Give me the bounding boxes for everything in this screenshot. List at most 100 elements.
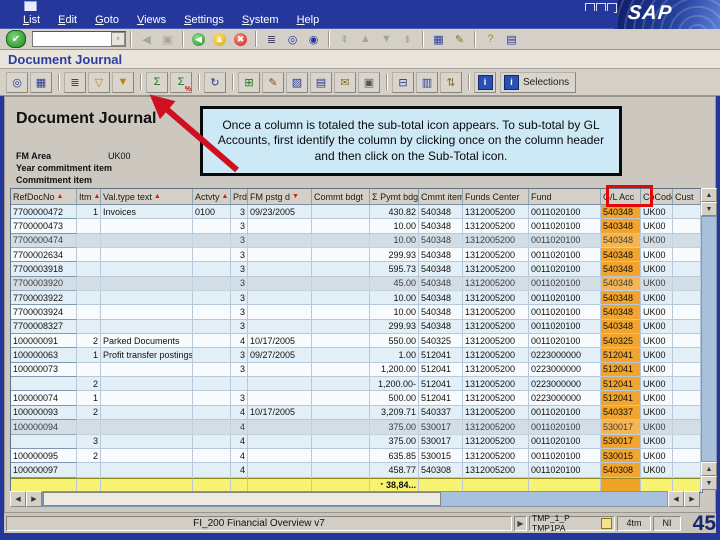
table-row[interactable]: 100000074 1 3 500.00 512041 1312005200 0223000… [11, 391, 702, 406]
cell [101, 219, 193, 234]
cell: 100000095 [11, 448, 77, 464]
cancel-circle-icon[interactable]: ✖ [230, 30, 251, 49]
vscroll-up-bottom-icon[interactable]: ▲ [701, 462, 717, 476]
table-row[interactable]: 2 1,200.00- 512041 1312005200 0223000000 5120… [11, 377, 702, 392]
layout-icon[interactable]: ▤ [501, 30, 522, 49]
call-graphic-icon[interactable]: ✎ [262, 71, 284, 93]
status-chevron-icon[interactable]: ▶ [514, 515, 527, 531]
status-system-field[interactable]: TMP_1_P TMP1PA [529, 513, 615, 533]
vscroll-up-icon[interactable]: ▲ [701, 188, 717, 202]
table-row[interactable]: 100000063 1 Profit transfer postings 3 09/27… [11, 348, 702, 363]
vscroll-thumb[interactable] [701, 216, 717, 462]
menu-goto[interactable]: Goto [86, 14, 128, 26]
hscroll-left-icon[interactable]: ◀ [10, 491, 26, 507]
table-row[interactable]: 7700000473 3 10.00 540348 1312005200 00110201… [11, 219, 702, 234]
table-row[interactable]: 7700003918 3 595.73 540348 1312005200 0011020… [11, 262, 702, 277]
column-header-prd[interactable]: Prd [231, 189, 248, 205]
cell: 375.00 [370, 434, 419, 449]
word-processing-icon[interactable]: ▤ [310, 71, 332, 93]
cell: 530017 [601, 434, 641, 449]
next-page-icon[interactable]: ▼ [376, 30, 397, 49]
table-row[interactable]: 7700003920 3 45.00 540348 1312005200 00110201… [11, 276, 702, 292]
table-row[interactable]: 7700000474 3 10.00 540348 1312005200 00110201… [11, 233, 702, 249]
sort-column-icon[interactable]: ⇅ [440, 71, 462, 93]
mail-icon[interactable]: ✉ [334, 71, 356, 93]
table-row[interactable]: 3 4 375.00 530017 1312005200 0011020100 530017… [11, 434, 702, 449]
set-filter-icon[interactable]: ▽ [88, 71, 110, 93]
command-input[interactable]: ▫ [32, 31, 126, 47]
table-row[interactable]: 7700008327 3 299.93 540348 1312005200 0011020… [11, 319, 702, 335]
previous-page-icon[interactable]: ▲ [355, 30, 376, 49]
cell: Profit transfer postings [101, 348, 193, 363]
back-circle-icon[interactable]: ◀ [188, 30, 209, 49]
delete-filter-icon[interactable]: ▼ [112, 71, 134, 93]
status-system-dropdown-icon[interactable] [600, 517, 612, 529]
table-row[interactable]: 100000093 2 4 10/17/2005 3,209.71 540337 13120… [11, 405, 702, 421]
hscroll-right-icon[interactable]: ▶ [684, 491, 700, 507]
table-view-icon[interactable]: ⊟ [392, 71, 414, 93]
insert-column-icon[interactable]: ▥ [416, 71, 438, 93]
column-header-itm[interactable]: Itm ▲ [77, 189, 101, 205]
menu-help[interactable]: Help [288, 14, 329, 26]
vscroll-down-top-icon[interactable]: ▼ [701, 202, 717, 216]
find-next-icon[interactable]: ◉ [303, 30, 324, 49]
local-file-icon[interactable]: ▣ [358, 71, 380, 93]
hscroll-left-outer-icon[interactable]: ◀ [668, 491, 684, 507]
column-header-refdocno[interactable]: RefDocNo ▲ [11, 189, 77, 205]
hscroll-thumb[interactable] [43, 492, 441, 506]
selections-button[interactable]: i Selections [500, 71, 577, 93]
cell [101, 434, 193, 449]
table-row[interactable]: 7700003924 3 10.00 540348 1312005200 00110201… [11, 305, 702, 320]
spreadsheet-icon[interactable]: ⊞ [238, 71, 260, 93]
menu-views[interactable]: Views [128, 14, 175, 26]
menu-edit[interactable]: Edit [49, 14, 86, 26]
table-row[interactable]: 100000094 4 375.00 530017 1312005200 00110201… [11, 420, 702, 435]
cell: 1312005200 [463, 262, 529, 277]
hscroll-right-inner-icon[interactable]: ▶ [26, 491, 42, 507]
column-header-val-type-text[interactable]: Val.type text ▲ [101, 189, 193, 205]
vscroll-down-icon[interactable]: ▼ [701, 476, 717, 490]
cell: UK00 [641, 233, 673, 249]
save-list-icon[interactable]: ▦ [30, 71, 52, 93]
table-row[interactable]: 100000097 4 458.77 540308 1312005200 00110201… [11, 463, 702, 478]
cell [312, 262, 370, 277]
cell: 1,200.00 [370, 362, 419, 378]
column-header-actvty[interactable]: Actvty ▲ [193, 189, 231, 205]
last-page-icon[interactable]: ⇟ [397, 30, 418, 49]
back-icon[interactable]: ◀ [136, 30, 157, 49]
table-row[interactable]: 100000095 2 4 635.85 530015 1312005200 0011020… [11, 448, 702, 464]
column-header--pymt-bdg[interactable]: Σ Pymt bdg [370, 189, 419, 205]
refresh-icon[interactable]: ↻ [204, 71, 226, 93]
first-page-icon[interactable]: ⇞ [334, 30, 355, 49]
enter-icon[interactable]: ✔ [6, 30, 26, 48]
column-header-cmmt-item[interactable]: Cmmt item [419, 189, 463, 205]
table-row[interactable]: 7700002634 3 299.93 540348 1312005200 0011020… [11, 248, 702, 263]
menu-list[interactable]: List [14, 14, 49, 26]
table-row[interactable]: 100000091 2 Parked Documents 4 10/17/2005 550… [11, 334, 702, 349]
table-row[interactable]: 7700000472 1 Invoices 0100 3 09/23/2005 430.82… [11, 205, 702, 220]
print-list-icon[interactable]: ≣ [64, 71, 86, 93]
new-session-icon[interactable]: ▦ [428, 30, 449, 49]
table-row[interactable]: 7700003922 3 10.00 540348 1312005200 00110201… [11, 291, 702, 306]
column-header-fund[interactable]: Fund [529, 189, 601, 205]
table-row[interactable]: 100000073 3 1,200.00 512041 1312005200 022300… [11, 362, 702, 378]
shortcut-icon[interactable]: ✎ [449, 30, 470, 49]
help-icon[interactable]: ? [480, 30, 501, 49]
choose-details-icon[interactable]: ◎ [6, 71, 28, 93]
column-header-cust[interactable]: Cust [673, 189, 701, 205]
find-icon[interactable]: ◎ [282, 30, 303, 49]
subtotal-icon[interactable]: Σ% [170, 71, 192, 93]
total-icon[interactable]: Σ [146, 71, 168, 93]
exit-circle-icon[interactable]: ▲ [209, 30, 230, 49]
header-info-icon[interactable]: i [474, 71, 496, 93]
export-icon[interactable]: ▨ [286, 71, 308, 93]
save-icon[interactable]: ▣ [157, 30, 178, 49]
print-icon[interactable]: ≣ [261, 30, 282, 49]
column-header-fm-pstg-d[interactable]: FM pstg d ▼ [248, 189, 312, 205]
column-header-funds-center[interactable]: Funds Center [463, 189, 529, 205]
command-history-icon[interactable]: ▫ [111, 32, 125, 46]
cell: 540348 [601, 205, 641, 220]
menu-settings[interactable]: Settings [175, 14, 233, 26]
menu-system[interactable]: System [233, 14, 288, 26]
column-header-commt-bdgt[interactable]: Commt bdgt [312, 189, 370, 205]
